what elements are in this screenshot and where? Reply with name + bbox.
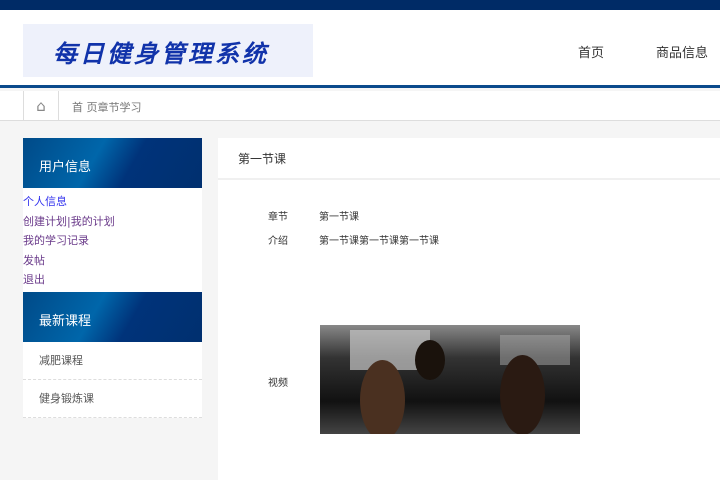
home-icon[interactable]: ⌂ <box>23 91 59 121</box>
link-study-records[interactable]: 我的学习记录 <box>23 231 202 251</box>
lesson-panel: 第一节课 章节 第一节课 介绍 第一节课第一节课第一节课 视频 <box>218 138 720 480</box>
field-label: 章节 <box>268 212 288 223</box>
field-intro: 介绍 第一节课第一节课第一节课 <box>268 232 439 247</box>
link-logout[interactable]: 退出 <box>23 270 202 290</box>
course-item[interactable]: 减肥课程 <box>23 341 202 380</box>
field-value: 第一节课 <box>319 212 359 223</box>
user-links: 个人信息 创建计划|我的计划 我的学习记录 发帖 退出 <box>23 188 202 292</box>
field-chapter: 章节 第一节课 <box>268 208 359 223</box>
link-post[interactable]: 发帖 <box>23 251 202 271</box>
site-logo[interactable]: 每日健身管理系统 <box>23 24 313 77</box>
field-label: 视频 <box>268 378 288 389</box>
nav-home[interactable]: 首页 <box>578 42 604 61</box>
video-player[interactable] <box>320 325 580 434</box>
nav-products[interactable]: 商品信息 <box>656 42 708 61</box>
course-item[interactable]: 健身锻炼课 <box>23 379 202 418</box>
field-value: 第一节课第一节课第一节课 <box>319 236 439 247</box>
field-label: 介绍 <box>268 236 288 247</box>
top-bar <box>0 0 720 10</box>
link-plans[interactable]: 创建计划|我的计划 <box>23 212 202 232</box>
header: 每日健身管理系统 首页 商品信息 <box>0 10 720 88</box>
lesson-title: 第一节课 <box>218 138 720 180</box>
breadcrumb-text: 首 页章节学习 <box>72 101 142 114</box>
latest-courses-heading: 最新课程 <box>23 291 202 342</box>
link-profile[interactable]: 个人信息 <box>23 192 202 212</box>
field-video: 视频 <box>268 374 288 389</box>
sidebar: 用户信息 个人信息 创建计划|我的计划 我的学习记录 发帖 退出 最新课程 减肥… <box>23 138 202 418</box>
user-info-heading: 用户信息 <box>23 138 202 188</box>
breadcrumb: ⌂ 首 页章节学习 <box>0 91 720 121</box>
